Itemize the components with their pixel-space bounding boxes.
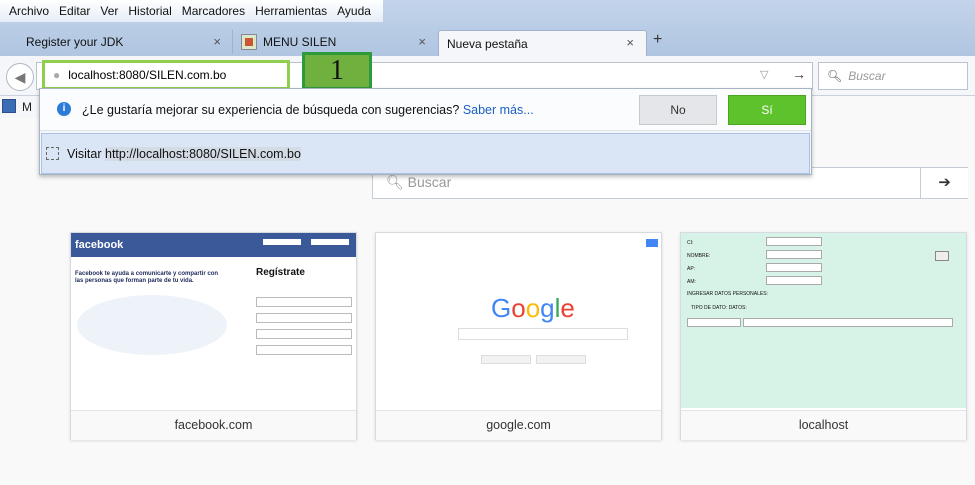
tile-localhost[interactable]: CI: NOMBRE: AP: AM: INGRESAR DATOS PERSO… bbox=[680, 232, 967, 440]
arrow-right-icon: ➔ bbox=[938, 174, 951, 191]
form-label: INGRESAR DATOS PERSONALES: bbox=[687, 291, 768, 297]
visit-text: Visitar http://localhost:8080/SILEN.com.… bbox=[67, 147, 301, 161]
no-button[interactable]: No bbox=[639, 95, 717, 125]
fb-field bbox=[256, 297, 352, 307]
fb-field bbox=[256, 329, 352, 339]
form-field bbox=[766, 250, 822, 259]
info-icon: i bbox=[57, 102, 71, 116]
tab-menu-silen[interactable]: MENU SILEN × bbox=[232, 30, 438, 54]
form-label: AP: bbox=[687, 266, 696, 272]
bookmark-icon[interactable] bbox=[2, 99, 16, 113]
tab-title: MENU SILEN bbox=[263, 35, 337, 49]
form-field bbox=[766, 276, 822, 285]
menu-archivo[interactable]: Archivo bbox=[4, 4, 54, 18]
form-field bbox=[766, 237, 822, 246]
search-placeholder: Buscar bbox=[848, 69, 886, 83]
content-search-go-button[interactable]: ➔ bbox=[920, 168, 968, 198]
form-field bbox=[743, 318, 953, 327]
form-label: TIPO DE DATO: DATOS: bbox=[691, 305, 747, 311]
dropdown-arrow-icon[interactable]: ▽ bbox=[760, 68, 768, 81]
favicon-icon bbox=[241, 34, 257, 50]
back-button[interactable]: ◀ bbox=[6, 63, 34, 91]
tab-nueva-pestana[interactable]: Nueva pestaña × bbox=[438, 30, 647, 56]
tab-title: Register your JDK bbox=[26, 35, 124, 49]
close-icon[interactable]: × bbox=[418, 34, 426, 49]
menu-bar: Archivo Editar Ver Historial Marcadores … bbox=[0, 0, 383, 22]
tile-thumbnail: Google bbox=[376, 233, 661, 408]
menu-marcadores[interactable]: Marcadores bbox=[177, 4, 250, 18]
tile-label: facebook.com bbox=[71, 410, 356, 440]
close-icon[interactable]: × bbox=[213, 34, 221, 49]
site-info-icon[interactable]: ● bbox=[53, 68, 60, 82]
url-text: localhost:8080/SILEN.com.bo bbox=[68, 68, 227, 82]
google-search-field bbox=[458, 328, 628, 340]
close-icon[interactable]: × bbox=[626, 35, 634, 50]
google-signin-icon bbox=[646, 239, 658, 247]
menu-editar[interactable]: Editar bbox=[54, 4, 95, 18]
menu-ver[interactable]: Ver bbox=[95, 4, 123, 18]
search-icon: 🔍︎ bbox=[386, 174, 408, 190]
fb-register-title: Regístrate bbox=[256, 267, 305, 278]
search-input[interactable]: 🔍︎ Buscar bbox=[818, 62, 968, 90]
suggestion-text: ¿Le gustaría mejorar su experiencia de b… bbox=[82, 103, 534, 117]
google-logo: Google bbox=[491, 293, 575, 323]
form-field bbox=[766, 263, 822, 272]
fb-password-field bbox=[311, 239, 349, 245]
fb-map-image bbox=[77, 295, 227, 355]
tile-thumbnail: CI: NOMBRE: AP: AM: INGRESAR DATOS PERSO… bbox=[681, 233, 966, 408]
visit-url[interactable]: http://localhost:8080/SILEN.com.bo bbox=[105, 147, 301, 161]
fb-email-field bbox=[263, 239, 301, 245]
form-label: AM: bbox=[687, 279, 696, 285]
fb-field bbox=[256, 313, 352, 323]
fb-tagline: Facebook te ayuda a comunicarte y compar… bbox=[75, 271, 219, 284]
tab-register-jdk[interactable]: Register your JDK × bbox=[18, 30, 233, 54]
tile-label: google.com bbox=[376, 410, 661, 440]
google-button bbox=[481, 355, 531, 364]
form-label: NOMBRE: bbox=[687, 253, 711, 259]
step-badge: 1 bbox=[302, 52, 372, 90]
tile-facebook[interactable]: facebook Facebook te ayuda a comunicarte… bbox=[70, 232, 357, 440]
url-input[interactable]: ● localhost:8080/SILEN.com.bo bbox=[42, 60, 290, 90]
learn-more-link[interactable]: Saber más... bbox=[463, 103, 534, 117]
suggestion-question: ¿Le gustaría mejorar su experiencia de b… bbox=[82, 103, 460, 117]
form-button bbox=[935, 251, 949, 261]
tile-google[interactable]: Google google.com bbox=[375, 232, 662, 440]
form-select bbox=[687, 318, 741, 327]
search-icon: 🔍︎ bbox=[827, 69, 843, 83]
tile-label: localhost bbox=[681, 410, 966, 440]
content-search-placeholder: 🔍︎ Buscar bbox=[386, 174, 452, 190]
arrow-left-icon: ◀ bbox=[14, 69, 26, 85]
visit-prefix: Visitar bbox=[67, 147, 102, 161]
new-tab-button[interactable]: + bbox=[653, 31, 662, 49]
bookmark-label[interactable]: M bbox=[22, 100, 32, 114]
menu-ayuda[interactable]: Ayuda bbox=[332, 4, 376, 18]
page-icon bbox=[46, 147, 59, 160]
menu-historial[interactable]: Historial bbox=[123, 4, 176, 18]
go-arrow-icon[interactable]: → bbox=[792, 66, 806, 82]
tab-title: Nueva pestaña bbox=[447, 36, 528, 51]
google-button bbox=[536, 355, 586, 364]
form-label: CI: bbox=[687, 240, 694, 246]
tile-thumbnail: facebook Facebook te ayuda a comunicarte… bbox=[71, 233, 356, 408]
fb-logo: facebook bbox=[75, 239, 124, 251]
menu-herramientas[interactable]: Herramientas bbox=[250, 4, 332, 18]
yes-button[interactable]: Sí bbox=[728, 95, 806, 125]
fb-field bbox=[256, 345, 352, 355]
